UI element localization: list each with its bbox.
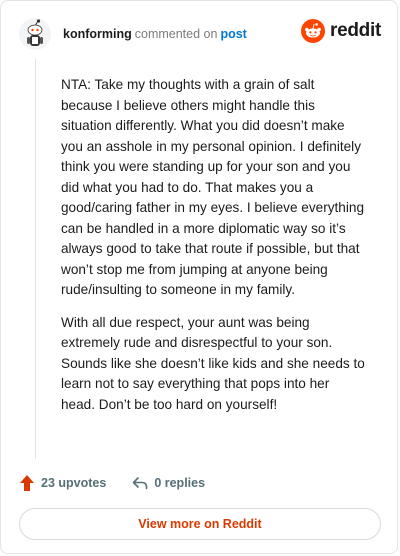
view-more-button[interactable]: View more on Reddit (19, 508, 381, 540)
upvote-count: 23 upvotes (41, 476, 107, 490)
comment-header: konforming commented on post reddit (19, 17, 381, 51)
upvote-arrow-icon (20, 475, 34, 491)
comment-paragraph: NTA: Take my thoughts with a grain of sa… (61, 77, 365, 297)
username-link[interactable]: konforming (63, 27, 132, 41)
comment-paragraph: With all due respect, your aunt was bein… (61, 314, 365, 412)
avatar[interactable] (19, 18, 51, 50)
upvote-button[interactable]: 23 upvotes (19, 474, 106, 492)
comment-meta: konforming commented on post (63, 26, 247, 42)
reply-count: 0 replies (154, 476, 206, 490)
thread-line (35, 59, 36, 459)
reply-button[interactable]: 0 replies (132, 476, 205, 490)
comment-card: konforming commented on post reddit NTA: T… (0, 0, 398, 554)
post-link[interactable]: post (220, 27, 246, 41)
reddit-brand[interactable]: reddit (301, 19, 381, 43)
snoo-avatar-icon (19, 18, 51, 50)
reddit-logo-icon (301, 19, 326, 43)
reply-arrow-icon (133, 477, 148, 490)
comment-body: NTA: Take my thoughts with a grain of sa… (61, 75, 367, 427)
action-text: commented on (134, 27, 218, 41)
comment-actions: 23 upvotes 0 replies (19, 474, 205, 492)
brand-wordmark: reddit (330, 20, 381, 41)
